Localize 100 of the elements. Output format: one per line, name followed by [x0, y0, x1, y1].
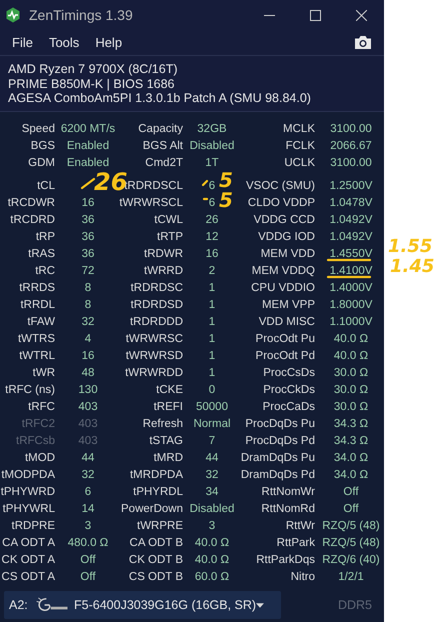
- timing-label: RttPark: [276, 536, 315, 549]
- timing-value: RZQ/5 (48): [322, 520, 380, 532]
- timing-label: tMODPDA: [1, 468, 55, 481]
- timing-value: 1.4100V: [330, 264, 372, 277]
- timing-label: tPHYWRD: [0, 486, 55, 498]
- timing-value: 16: [82, 350, 94, 362]
- timing-value: RZQ/6 (40): [322, 554, 380, 566]
- timing-value: 1: [208, 316, 216, 328]
- timing-label: tRFC (ns): [5, 384, 55, 396]
- timing-label: tWRWRSCL: [119, 196, 183, 209]
- module-dropdown[interactable]: A2: F5-6400J3039G16G (16GB, SR): [4, 591, 281, 619]
- strike-mark: [326, 275, 372, 279]
- timing-label: tCL: [37, 180, 55, 192]
- timing-value: 4: [84, 332, 92, 345]
- timing-label: RttNomWr: [262, 486, 315, 498]
- timing-value: 2066.67: [330, 140, 372, 152]
- timing-label: CA ODT A: [2, 536, 55, 549]
- timing-value: 50000: [196, 400, 228, 413]
- timing-value: 32: [206, 468, 218, 481]
- timing-label: ProcCkDs: [263, 384, 315, 396]
- timing-value: 130: [78, 384, 98, 396]
- timing-value: 6: [208, 196, 216, 209]
- timing-label: Cmd2T: [145, 156, 183, 169]
- timing-label: UCLK: [284, 156, 315, 169]
- timing-value: 1.0492V: [330, 230, 372, 243]
- strike-mark: [201, 179, 209, 187]
- timing-value: 72: [82, 264, 94, 277]
- timing-value: 3: [84, 520, 92, 532]
- timing-label: tWRWRDD: [125, 366, 183, 379]
- timing-value: 1: [208, 298, 216, 311]
- timing-value: 16: [206, 248, 218, 260]
- timing-value: 0: [208, 384, 216, 396]
- camera-icon[interactable]: [354, 35, 372, 50]
- timing-label: Refresh: [142, 418, 183, 430]
- handwritten-note: 5: [219, 190, 233, 210]
- system-info-line: AGESA ComboAm5PI 1.3.0.1b Patch A (SMU 98.84.0): [8, 91, 312, 106]
- timing-label: tWRRD: [144, 264, 183, 277]
- app-icon: [5, 7, 21, 23]
- timing-value: 34.0 Ω: [334, 452, 368, 464]
- strike-mark: [326, 258, 372, 262]
- timing-label: FCLK: [286, 140, 315, 152]
- timing-label: tWRPRE: [137, 520, 183, 532]
- timing-label: ProcOdt Pd: [256, 350, 315, 362]
- timing-value: 26: [206, 214, 218, 226]
- timing-value: 1.4550V: [330, 248, 372, 260]
- timing-label: MEM VDDQ: [252, 264, 315, 277]
- timing-label: tRCDRD: [10, 214, 55, 226]
- timing-value: 36: [82, 230, 94, 243]
- timing-label: BGS: [30, 140, 55, 152]
- timing-label: CK ODT A: [2, 554, 55, 566]
- memory-type: DDR5: [338, 598, 372, 612]
- timing-value: 32: [82, 468, 94, 481]
- handwritten-note: 5: [219, 170, 233, 190]
- timing-label: tRDRDSC: [130, 282, 183, 294]
- timing-label: MEM VDD: [260, 248, 315, 260]
- handwritten-note: 1.55: [388, 238, 432, 256]
- timing-label: tRDWR: [144, 248, 183, 260]
- timing-label: tWR: [32, 366, 55, 379]
- timing-value: 1.8000V: [330, 298, 372, 311]
- timing-label: Capacity: [138, 122, 183, 135]
- timing-label: tRDRDDD: [130, 316, 183, 328]
- timing-value: Off: [343, 502, 359, 515]
- timing-label: tRFCsb: [16, 434, 55, 447]
- timing-value: 403: [78, 418, 98, 430]
- timing-value: Off: [80, 554, 96, 566]
- timing-label: RttNomRd: [261, 502, 315, 515]
- timing-label: MCLK: [283, 122, 315, 135]
- timing-label: BGS Alt: [142, 140, 183, 152]
- menu-item[interactable]: File: [4, 35, 41, 50]
- timing-label: MEM VPP: [262, 298, 315, 311]
- timing-value: 6: [208, 180, 216, 192]
- timing-value: 1: [208, 332, 216, 345]
- timing-value: Enabled: [66, 140, 110, 152]
- timing-label: tPHYRDL: [133, 486, 183, 498]
- timing-value: Off: [80, 570, 96, 583]
- timing-value: 6200 MT/s: [60, 122, 116, 135]
- caret-icon: [256, 602, 264, 608]
- timing-value: Normal: [193, 418, 231, 430]
- timing-value: 30.0 Ω: [334, 384, 368, 396]
- timing-label: DramDqDs Pd: [240, 468, 315, 481]
- timing-value: 14: [82, 502, 94, 515]
- timing-label: CK ODT B: [128, 554, 183, 566]
- timing-value: 403: [78, 434, 98, 447]
- timing-label: DramDqDs Pu: [240, 452, 315, 464]
- timing-value: 3100.00: [330, 156, 372, 169]
- timing-label: tMRD: [154, 452, 183, 464]
- timing-label: CA ODT B: [130, 536, 183, 549]
- menu-item[interactable]: Tools: [40, 35, 88, 50]
- timing-label: tWRWRSD: [126, 350, 183, 362]
- timing-value: 8: [84, 282, 92, 294]
- timing-label: tFAW: [27, 316, 55, 328]
- window-title: ZenTimings 1.39: [29, 7, 134, 23]
- timing-label: CS ODT A: [2, 570, 55, 583]
- timing-label: tPHYWRL: [2, 502, 55, 515]
- timing-value: 2: [208, 264, 216, 277]
- timing-label: RttParkDqs: [256, 554, 315, 566]
- timing-value: 36: [82, 248, 94, 260]
- timing-value: 6: [84, 486, 92, 498]
- menu-item[interactable]: Help: [87, 35, 130, 50]
- timing-value: Off: [343, 486, 359, 498]
